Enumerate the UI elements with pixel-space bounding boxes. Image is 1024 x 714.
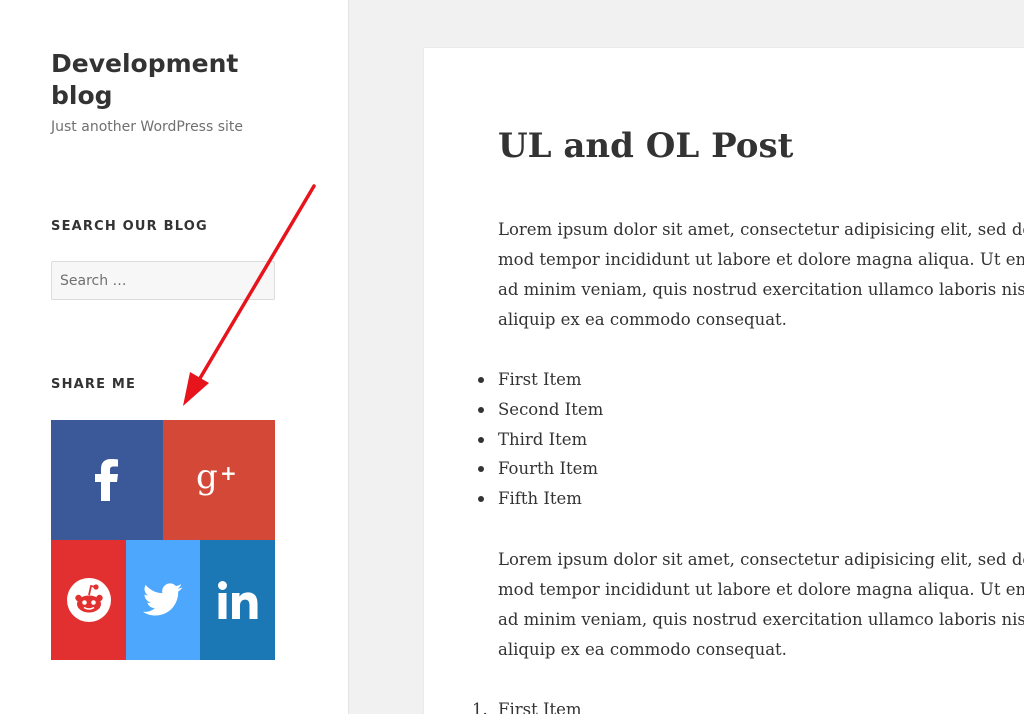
google-plus-share-button[interactable]: g +	[163, 420, 275, 540]
list-item: 1. First Item	[472, 695, 582, 714]
post-paragraph: Lorem ipsum dolor sit amet, consectetur …	[498, 545, 1024, 665]
share-widget-heading: SHARE ME	[51, 377, 137, 392]
twitter-icon	[143, 583, 183, 616]
list-item: Third Item	[477, 425, 603, 455]
list-item: Second Item	[477, 395, 603, 425]
twitter-share-button[interactable]	[126, 540, 200, 660]
linkedin-icon	[217, 581, 257, 619]
reddit-share-button[interactable]	[51, 540, 126, 660]
list-number: 1.	[472, 700, 488, 714]
paragraph-line: Lorem ipsum dolor sit amet, consectetur …	[498, 550, 1024, 569]
svg-text:+: +	[220, 461, 237, 485]
post-content: UL and OL Post Lorem ipsum dolor sit ame…	[424, 48, 1024, 714]
share-buttons: g +	[51, 420, 275, 660]
paragraph-line: mod tempor incididunt ut labore et dolor…	[498, 580, 1024, 599]
paragraph-line: aliquip ex ea commodo consequat.	[498, 640, 787, 659]
paragraph-line: Lorem ipsum dolor sit amet, consectetur …	[498, 220, 1024, 239]
svg-text:g: g	[196, 458, 218, 497]
ordered-list: 1. First Item	[472, 695, 582, 714]
paragraph-line: ad minim veniam, quis nostrud exercitati…	[498, 280, 1024, 299]
unordered-list: First Item Second Item Third Item Fourth…	[477, 365, 603, 514]
paragraph-line: ad minim veniam, quis nostrud exercitati…	[498, 610, 1024, 629]
list-item: Fifth Item	[477, 484, 603, 514]
list-item: First Item	[477, 365, 603, 395]
facebook-share-button[interactable]	[51, 420, 163, 540]
post-title[interactable]: UL and OL Post	[498, 126, 793, 166]
reddit-icon	[66, 578, 111, 622]
site-title[interactable]: Development blog	[51, 48, 291, 112]
list-item: Fourth Item	[477, 454, 603, 484]
site-tagline: Just another WordPress site	[51, 119, 244, 135]
linkedin-share-button[interactable]	[200, 540, 275, 660]
facebook-icon	[95, 459, 118, 501]
paragraph-line: mod tempor incididunt ut labore et dolor…	[498, 250, 1024, 269]
sidebar: Development blog Just another WordPress …	[0, 0, 349, 714]
paragraph-line: aliquip ex ea commodo consequat.	[498, 310, 787, 329]
annotation-arrow	[183, 184, 316, 406]
list-item-label: First Item	[498, 700, 582, 714]
post-paragraph: Lorem ipsum dolor sit amet, consectetur …	[498, 215, 1024, 335]
google-plus-icon: g +	[196, 458, 237, 497]
